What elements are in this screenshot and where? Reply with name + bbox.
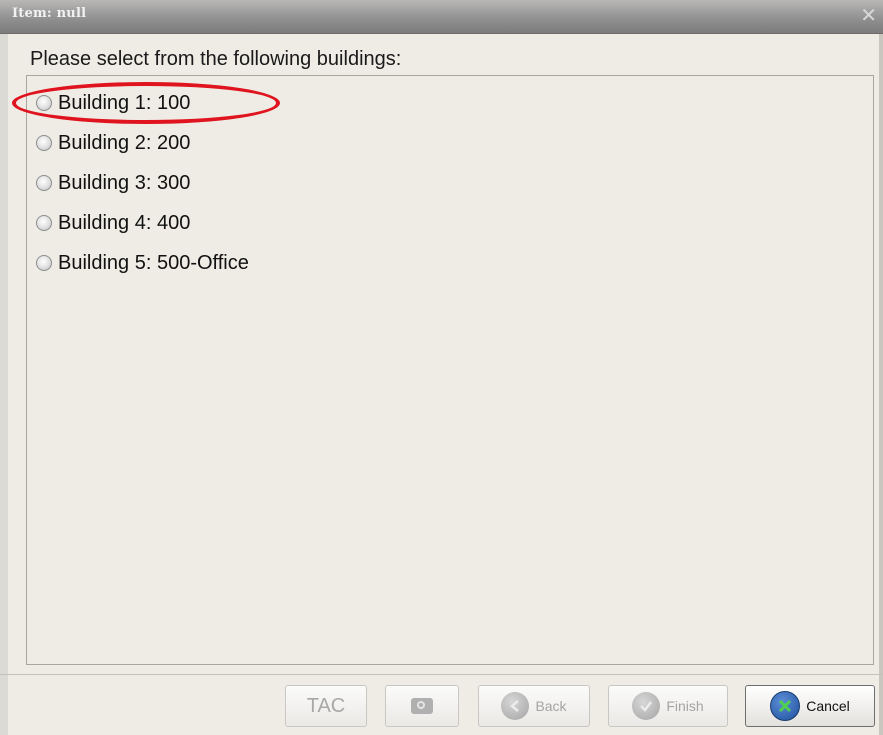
building-option-3[interactable]: Building 3: 300 [36, 169, 190, 197]
finish-label: Finish [666, 698, 704, 714]
title-bar[interactable]: Item: null ✕ [0, 0, 883, 34]
radio-button[interactable] [36, 175, 52, 191]
x-icon [770, 691, 801, 721]
footer-divider [0, 674, 883, 675]
building-option-5[interactable]: Building 5: 500-Office [36, 249, 249, 277]
prompt-text: Please select from the following buildin… [30, 48, 402, 70]
back-label: Back [535, 698, 567, 714]
option-label: Building 1: 100 [58, 91, 191, 114]
option-label: Building 2: 200 [58, 131, 191, 154]
building-option-1[interactable]: Building 1: 100 [36, 89, 190, 117]
window-title: Item: null [12, 6, 87, 21]
option-label: Building 4: 400 [58, 211, 191, 234]
option-label: Building 5: 500-Office [58, 251, 249, 274]
close-icon[interactable]: ✕ [860, 4, 877, 26]
radio-button[interactable] [36, 135, 52, 151]
checkmark-icon [632, 692, 661, 720]
building-list: Building 1: 100 Building 2: 200 Building… [26, 75, 874, 665]
camera-icon [411, 698, 433, 714]
radio-button[interactable] [36, 95, 52, 111]
back-arrow-icon [501, 692, 530, 720]
cancel-label: Cancel [806, 698, 850, 714]
tac-label: TAC [306, 694, 346, 717]
cancel-button[interactable]: Cancel [745, 685, 875, 727]
radio-button[interactable] [36, 215, 52, 231]
building-option-2[interactable]: Building 2: 200 [36, 129, 190, 157]
building-option-4[interactable]: Building 4: 400 [36, 209, 190, 237]
tac-button[interactable]: TAC [285, 685, 367, 727]
option-label: Building 3: 300 [58, 171, 191, 194]
back-button[interactable]: Back [478, 685, 590, 727]
radio-button[interactable] [36, 255, 52, 271]
camera-button[interactable] [385, 685, 459, 727]
finish-button[interactable]: Finish [608, 685, 728, 727]
